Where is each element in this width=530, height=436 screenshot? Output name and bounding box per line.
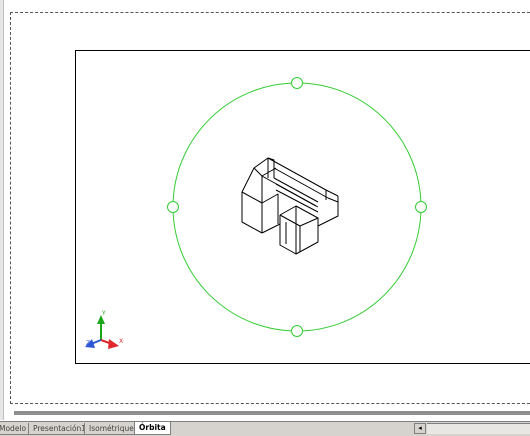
drawing-area[interactable]: Y X Z <box>0 0 530 420</box>
ucs-x-label: X <box>119 338 123 345</box>
tab-modelo[interactable]: Modelo <box>0 423 32 435</box>
ucs-z-label: Z <box>86 340 90 347</box>
layout-tab-bar: Modelo Presentación1 Isométriques Órbita… <box>0 421 530 436</box>
horizontal-scrollbar[interactable] <box>427 423 530 434</box>
orbit-handle-bottom[interactable] <box>291 325 303 337</box>
orbit-handle-top[interactable] <box>291 77 303 89</box>
ucs-y-label: Y <box>101 310 106 317</box>
orbit-handle-right[interactable] <box>415 201 427 213</box>
drawing-canvas[interactable]: Y X Z <box>0 0 530 420</box>
scroll-left-button[interactable]: ◂ <box>414 423 426 434</box>
wireframe-model[interactable] <box>241 157 339 255</box>
tab-presentacion1[interactable]: Presentación1 <box>28 423 92 435</box>
tab-orbita[interactable]: Órbita <box>134 422 171 435</box>
orbit-handle-left[interactable] <box>167 201 179 213</box>
ucs-x-arrow-icon <box>108 339 119 349</box>
ucs-icon: Y X Z <box>85 310 123 349</box>
